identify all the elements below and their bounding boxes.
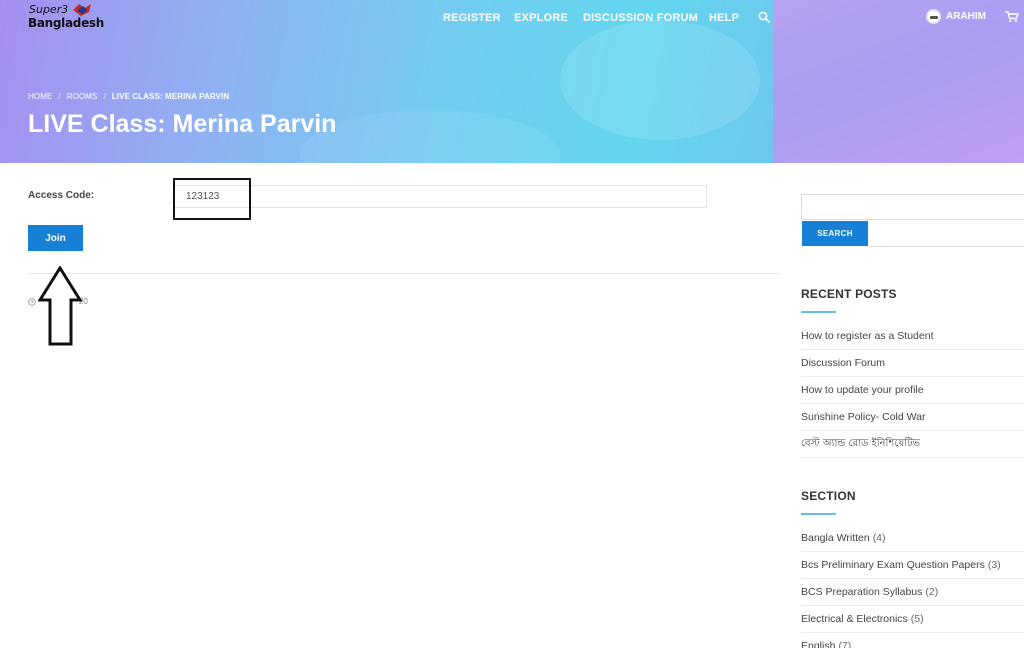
nav-discussion-forum[interactable]: DISCUSSION FORUM (583, 12, 698, 24)
section-item-count: (3) (987, 559, 1001, 571)
search-icon[interactable] (758, 11, 770, 23)
content-divider (28, 273, 780, 274)
breadcrumb-separator: / (58, 92, 61, 101)
breadcrumb-separator: / (103, 92, 106, 101)
recent-posts-title: RECENT POSTS (801, 287, 897, 301)
nav-register[interactable]: REGISTER (443, 12, 501, 24)
section-item-label: Bangla Written (801, 532, 870, 544)
page-title: LIVE Class: Merina Parvin (28, 110, 337, 138)
sidebar-search-input[interactable] (801, 194, 1024, 220)
section-item-label: BCS Preparation Syllabus (801, 586, 923, 598)
logo-text-top: Super3 (29, 3, 69, 16)
section-item-count: (5) (910, 613, 924, 625)
join-button[interactable]: Join (28, 225, 83, 251)
section-item-label: Bcs Preliminary Exam Question Papers (801, 559, 985, 571)
recent-post-link[interactable]: Sunshine Policy- Cold War (801, 404, 1024, 431)
section-item-count: (2) (925, 586, 939, 598)
section-item-count: (7) (838, 640, 852, 648)
cart-icon[interactable] (1005, 11, 1019, 23)
access-code-input[interactable] (174, 185, 707, 208)
nav-help[interactable]: HELP (709, 12, 739, 24)
recent-post-link[interactable]: How to register as a Student (801, 323, 1024, 350)
breadcrumb: HOME / ROOMS / LIVE CLASS: MERINA PARVIN (28, 92, 229, 101)
section-item[interactable]: Electrical & Electronics (5) (801, 606, 1024, 633)
breadcrumb-current: LIVE CLASS: MERINA PARVIN (111, 92, 230, 101)
logo-text-bottom: Bangladesh (28, 16, 105, 30)
sidebar-search-button[interactable]: SEARCH (802, 221, 868, 246)
recent-post-link[interactable]: Discussion Forum (801, 350, 1024, 377)
recent-posts-list: How to register as a Student Discussion … (801, 323, 1024, 458)
banner-side-panel (773, 0, 1024, 163)
section-item-label: English (801, 640, 836, 648)
sidebar-search-divider (868, 246, 1024, 247)
section-item[interactable]: Bcs Preliminary Exam Question Papers (3) (801, 552, 1024, 579)
recent-posts-underline (801, 311, 836, 313)
section-title: SECTION (801, 489, 856, 503)
recent-post-link[interactable]: How to update your profile (801, 377, 1024, 404)
section-item-count: (4) (872, 532, 886, 544)
clock-icon (28, 297, 36, 306)
section-list: Bangla Written (4) Bcs Preliminary Exam Q… (801, 525, 1024, 648)
site-logo[interactable]: Super3 Bangladesh (27, 2, 104, 32)
user-name: ARAHIM (946, 11, 986, 22)
section-item[interactable]: Bangla Written (4) (801, 525, 1024, 552)
section-underline (801, 513, 836, 515)
section-item[interactable]: English (7) (801, 633, 1024, 648)
avatar (926, 9, 941, 24)
breadcrumb-home[interactable]: HOME (28, 92, 52, 101)
section-item[interactable]: BCS Preparation Syllabus (2) (801, 579, 1024, 606)
recent-post-link[interactable]: বেস্ট অ্যান্ড রোড ইনিশিয়েটিভ (801, 431, 1024, 458)
page-header-banner: Super3 Bangladesh REGISTER EXPLORE DISCU… (0, 0, 1024, 163)
access-code-label: Access Code: (28, 190, 95, 201)
annotation-arrow-icon (38, 266, 83, 346)
user-menu[interactable]: ARAHIM (926, 9, 986, 24)
banner-decoration (560, 20, 760, 140)
breadcrumb-rooms[interactable]: ROOMS (67, 92, 98, 101)
section-item-label: Electrical & Electronics (801, 613, 908, 625)
banner-decoration (300, 110, 560, 163)
nav-explore[interactable]: EXPLORE (514, 12, 568, 24)
